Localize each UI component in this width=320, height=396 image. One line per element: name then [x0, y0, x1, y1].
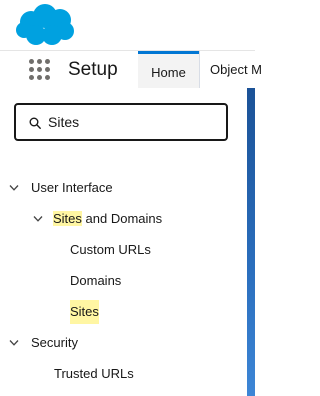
- tree-item-trusted-urls[interactable]: Trusted URLs: [0, 362, 247, 386]
- tree-label-rest: and Domains: [81, 211, 163, 226]
- global-header: [0, 0, 255, 50]
- tree-label: User Interface: [31, 180, 113, 195]
- setup-background-panel: [247, 88, 255, 396]
- tree-node-user-interface[interactable]: User Interface: [0, 176, 247, 200]
- app-name: Setup: [68, 59, 118, 80]
- chevron-down-icon[interactable]: [9, 339, 19, 347]
- app-launcher-grid-icon[interactable]: [29, 59, 51, 81]
- search-icon: [29, 117, 41, 129]
- tree-label: Sites: [70, 300, 99, 324]
- tree-item-custom-urls[interactable]: Custom URLs: [0, 238, 247, 262]
- tree-item-domains[interactable]: Domains: [0, 269, 247, 293]
- chevron-down-icon[interactable]: [33, 215, 43, 223]
- tab-home[interactable]: Home: [138, 51, 199, 89]
- tab-divider: [199, 51, 200, 89]
- quick-find-input[interactable]: [48, 112, 218, 132]
- search-match-highlight: Sites: [53, 211, 82, 226]
- tree-label: Security: [31, 335, 78, 350]
- tree-label: Trusted URLs: [54, 366, 134, 381]
- quick-find-search[interactable]: [14, 103, 228, 141]
- tree-node-security[interactable]: Security: [0, 331, 247, 355]
- cloud-logo-icon[interactable]: [14, 3, 76, 47]
- setup-content: User Interface Sites and Domains Custom …: [0, 88, 255, 396]
- tree-label: Domains: [70, 273, 122, 288]
- tree-label: Sites and Domains: [53, 207, 162, 231]
- tree-item-sites[interactable]: Sites: [0, 300, 247, 324]
- tree-label: Custom URLs: [70, 242, 151, 257]
- context-nav-bar: Setup Home Object M: [0, 50, 262, 90]
- tree-node-sites-and-domains[interactable]: Sites and Domains: [0, 207, 247, 231]
- setup-tree-panel: User Interface Sites and Domains Custom …: [0, 88, 247, 396]
- chevron-down-icon[interactable]: [9, 184, 19, 192]
- tab-object-manager[interactable]: Object M: [210, 51, 262, 89]
